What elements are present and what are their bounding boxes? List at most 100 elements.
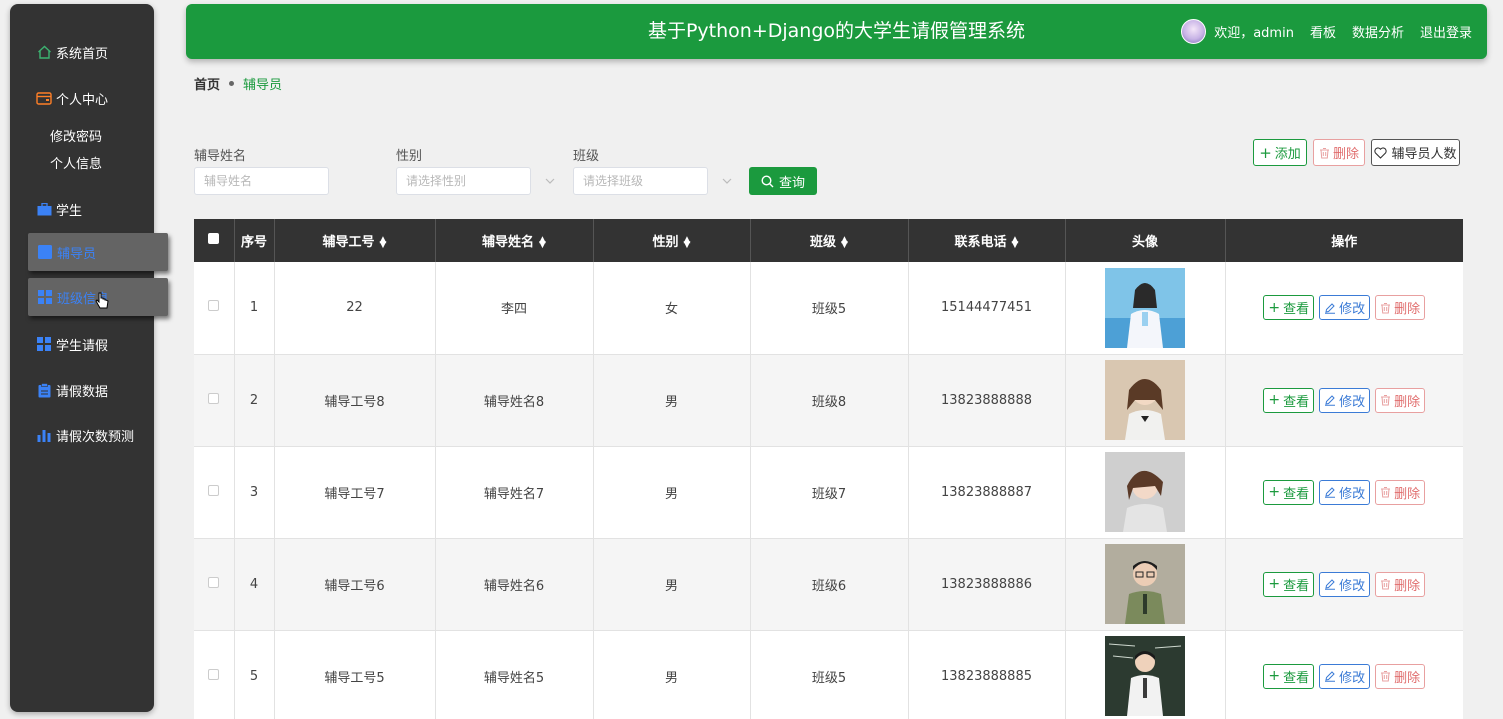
view-button[interactable]: + 查看 [1263, 663, 1315, 689]
sort-icon[interactable]: ▲ ▼ [539, 235, 546, 249]
sidebar-item-home[interactable]: 系统首页 [10, 34, 154, 70]
sort-icon[interactable]: ▲ ▼ [684, 235, 691, 249]
sort-icon[interactable]: ▲ ▼ [380, 235, 387, 249]
query-button[interactable]: 查询 [749, 167, 817, 195]
sort-icon[interactable]: ▲ ▼ [841, 235, 848, 249]
row-select-cell[interactable] [194, 262, 235, 355]
select-all-checkbox[interactable] [208, 233, 220, 244]
view-button-label: 查看 [1283, 394, 1310, 410]
delete-button[interactable]: 删除 [1375, 295, 1426, 321]
trash-icon [1319, 147, 1329, 158]
col-header-label: 联系电话 [954, 235, 1007, 250]
counselor-count-button[interactable]: 辅导员人数 [1371, 139, 1460, 166]
cell-gender: 男 [593, 354, 751, 447]
edit-icon [1325, 579, 1336, 590]
sidebar-item-counselor[interactable]: 辅导员 [28, 233, 168, 271]
row-checkbox[interactable] [208, 668, 220, 680]
gender-select[interactable] [396, 167, 531, 195]
delete-button[interactable]: 删除 [1375, 387, 1426, 413]
col-header-label: 班级 [810, 235, 837, 250]
trash-icon [1381, 395, 1391, 406]
heart-icon [1374, 146, 1388, 159]
view-button[interactable]: + 查看 [1263, 479, 1315, 505]
row-checkbox[interactable] [208, 576, 220, 588]
sort-icon[interactable]: ▲ ▼ [1012, 235, 1019, 249]
edit-button[interactable]: 修改 [1319, 571, 1371, 597]
edit-button-label: 修改 [1339, 394, 1366, 410]
view-button-label: 查看 [1283, 670, 1310, 686]
col-header-id[interactable]: 辅导工号 ▲ ▼ [274, 219, 436, 262]
row-checkbox[interactable] [208, 484, 220, 496]
data-analysis-link[interactable]: 数据分析 [1352, 22, 1404, 41]
dashboard-link[interactable]: 看板 [1310, 22, 1336, 41]
breadcrumb-current: 辅导员 [243, 78, 283, 93]
sidebar-item-profile[interactable]: 个人中心 [10, 80, 154, 116]
cell-phone: 13823888885 [908, 630, 1066, 719]
row-select-cell[interactable] [194, 538, 235, 631]
batch-delete-button[interactable]: 删除 [1313, 139, 1365, 166]
cell-actions: + 查看 修改 删除 [1225, 538, 1463, 631]
col-header-class[interactable]: 班级 ▲ ▼ [750, 219, 909, 262]
edit-button-label: 修改 [1339, 302, 1366, 318]
sidebar-subitem-personal-info[interactable]: 个人信息 [50, 153, 102, 172]
batch-delete-label: 删除 [1332, 147, 1359, 162]
cell-avatar [1065, 630, 1226, 719]
edit-icon [1325, 487, 1336, 498]
add-button[interactable]: + 添加 [1253, 139, 1307, 166]
cell-index: 4 [234, 538, 275, 631]
sidebar-item-label: 系统首页 [56, 46, 109, 62]
edit-button[interactable]: 修改 [1319, 387, 1371, 413]
select-all-header[interactable] [194, 219, 235, 262]
class-select[interactable] [573, 167, 708, 195]
trash-icon [1381, 671, 1391, 682]
row-checkbox[interactable] [208, 300, 220, 312]
sidebar-subitem-change-password[interactable]: 修改密码 [50, 126, 102, 145]
sidebar-item-student-leave[interactable]: 学生请假 [10, 326, 154, 362]
edit-button[interactable]: 修改 [1319, 663, 1371, 689]
row-checkbox[interactable] [208, 392, 220, 404]
breadcrumb-home[interactable]: 首页 [194, 74, 220, 93]
cell-actions: + 查看 修改 删除 [1225, 354, 1463, 447]
class-label: 班级 [573, 149, 600, 164]
cell-id: 22 [274, 262, 436, 355]
cell-name: 辅导姓名7 [435, 446, 594, 539]
edit-icon [1325, 303, 1336, 314]
col-header-name[interactable]: 辅导姓名 ▲ ▼ [435, 219, 594, 262]
delete-button[interactable]: 删除 [1375, 571, 1426, 597]
col-header-gender[interactable]: 性别 ▲ ▼ [593, 219, 751, 262]
grid-icon [37, 290, 53, 304]
cell-phone: 13823888886 [908, 538, 1066, 631]
row-select-cell[interactable] [194, 446, 235, 539]
cell-avatar [1065, 354, 1226, 447]
sidebar-item-leave-prediction[interactable]: 请假次数预测 [10, 417, 154, 453]
chevron-down-icon[interactable] [543, 174, 557, 188]
row-select-cell[interactable] [194, 630, 235, 719]
delete-button[interactable]: 删除 [1375, 663, 1426, 689]
cell-phone: 13823888887 [908, 446, 1066, 539]
chevron-down-icon[interactable] [720, 174, 734, 188]
row-select-cell[interactable] [194, 354, 235, 447]
sidebar-item-label: 请假数据 [56, 384, 109, 400]
counselor-table: 序号 辅导工号 ▲ ▼ 辅导姓名 ▲ ▼ 性别 ▲ ▼ 班级 ▲ ▼ 联系电话 ▲ ▼ 头像 操作 … [194, 219, 1463, 719]
edit-button[interactable]: 修改 [1319, 479, 1371, 505]
col-header-phone[interactable]: 联系电话 ▲ ▼ [908, 219, 1066, 262]
name-label: 辅导姓名 [194, 149, 247, 164]
name-search-input[interactable] [194, 167, 329, 195]
view-button-label: 查看 [1283, 578, 1310, 594]
view-button[interactable]: + 查看 [1263, 387, 1315, 413]
cell-avatar [1065, 446, 1226, 539]
logout-link[interactable]: 退出登录 [1420, 22, 1472, 41]
col-header-index: 序号 [234, 219, 275, 262]
view-button[interactable]: + 查看 [1263, 571, 1315, 597]
table-row: 3 辅导工号7 辅导姓名7 男班级7 13823888887 + 查看 修改 删除 [194, 446, 1463, 539]
sidebar-item-students[interactable]: 学生 [10, 191, 154, 227]
sidebar-item-label: 学生 [56, 203, 83, 219]
edit-button[interactable]: 修改 [1319, 295, 1371, 321]
search-icon [761, 174, 774, 187]
trash-icon [1381, 302, 1391, 314]
delete-button[interactable]: 删除 [1375, 479, 1426, 505]
view-button[interactable]: + 查看 [1263, 295, 1315, 321]
avatar-photo [1105, 452, 1185, 532]
sidebar-item-leave-data[interactable]: 请假数据 [10, 372, 154, 408]
cell-class: 班级5 [750, 630, 909, 719]
